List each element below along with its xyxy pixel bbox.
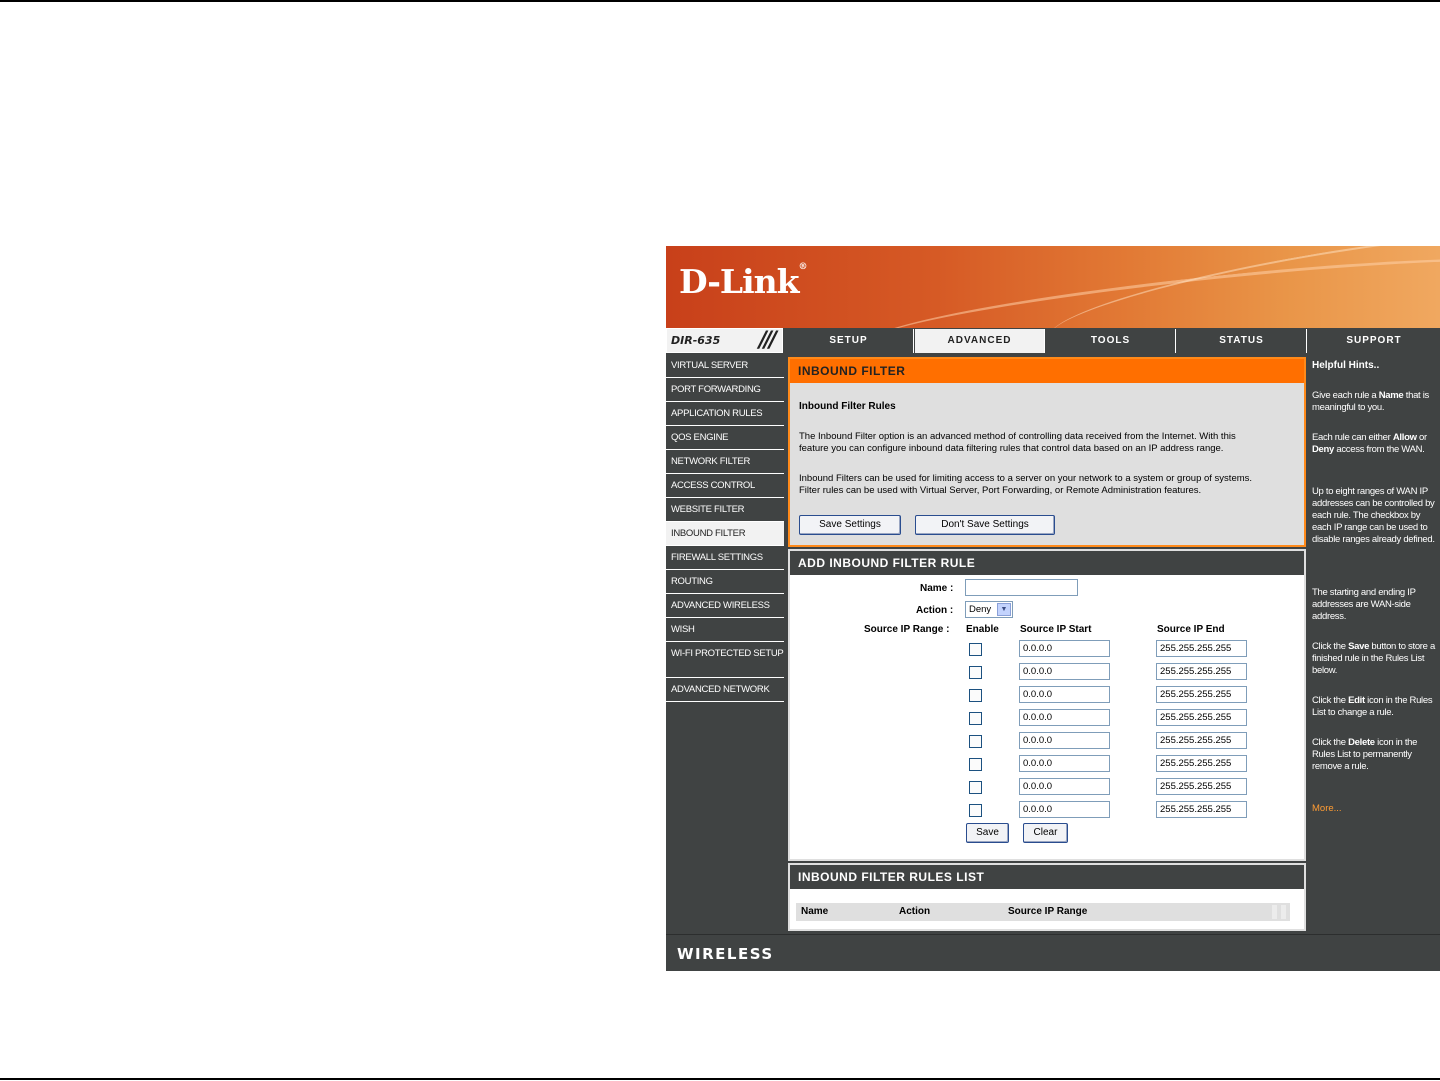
- rule-name-input[interactable]: [965, 579, 1078, 596]
- sidebar-item-firewall-settings[interactable]: FIREWALL SETTINGS: [666, 546, 784, 570]
- sidebar-item-access-control[interactable]: ACCESS CONTROL: [666, 474, 784, 498]
- chevron-down-icon[interactable]: ▼: [997, 603, 1011, 616]
- source-ip-end-input[interactable]: 255.255.255.255: [1156, 663, 1247, 680]
- source-ip-range-label: Source IP Range :: [864, 624, 950, 635]
- dont-save-settings-button[interactable]: Don't Save Settings: [915, 515, 1055, 535]
- helpful-hints-title: Helpful Hints..: [1312, 360, 1380, 371]
- save-settings-button[interactable]: Save Settings: [799, 515, 901, 535]
- range-enable-checkbox[interactable]: [969, 666, 982, 679]
- top-tab-bar: DIR-635 /// SETUP ADVANCED TOOLS STATUS …: [666, 328, 1440, 353]
- banner-swoosh: [1043, 246, 1440, 328]
- section-subtitle: Inbound Filter Rules: [799, 401, 896, 412]
- intro-paragraph-line: feature you can configure inbound data f…: [799, 443, 1224, 454]
- column-spacer: [1272, 905, 1277, 919]
- tab-status[interactable]: STATUS: [1177, 329, 1307, 353]
- section-heading: INBOUND FILTER RULES LIST: [790, 865, 1304, 889]
- sidebar-item-advanced-network[interactable]: ADVANCED NETWORK: [666, 678, 784, 702]
- sidebar-item-wifi-protected-setup[interactable]: WI-FI PROTECTED SETUP: [666, 642, 784, 678]
- hint-text: Each rule can either Allow or Deny acces…: [1312, 432, 1427, 455]
- hint-text: Click the Edit icon in the Rules List to…: [1312, 695, 1433, 718]
- range-enable-checkbox[interactable]: [969, 689, 982, 702]
- source-ip-end-input[interactable]: 255.255.255.255: [1156, 778, 1247, 795]
- source-ip-start-input[interactable]: 0.0.0.0: [1019, 732, 1110, 749]
- action-label: Action :: [916, 605, 954, 616]
- source-ip-start-input[interactable]: 0.0.0.0: [1019, 663, 1110, 680]
- page-top-rule: [0, 0, 1440, 2]
- range-enable-checkbox[interactable]: [969, 781, 982, 794]
- wireless-wordmark: WIRELESS: [677, 945, 774, 963]
- source-ip-end-input[interactable]: 255.255.255.255: [1156, 640, 1247, 657]
- sidebar-item-routing[interactable]: ROUTING: [666, 570, 784, 594]
- sidebar-item-inbound-filter[interactable]: INBOUND FILTER: [666, 522, 784, 546]
- model-badge: DIR-635 ///: [666, 328, 783, 353]
- range-enable-checkbox[interactable]: [969, 804, 982, 817]
- sidebar-item-qos-engine[interactable]: QOS ENGINE: [666, 426, 784, 450]
- rules-list-header-row: Name Action Source IP Range: [796, 903, 1290, 921]
- wireless-footer: WIRELESS: [666, 934, 1440, 971]
- brand-banner: D-Link®: [666, 246, 1440, 328]
- column-header-name: Name: [801, 906, 829, 917]
- intro-paragraph-line: The Inbound Filter option is an advanced…: [799, 431, 1236, 442]
- source-ip-end-input[interactable]: 255.255.255.255: [1156, 709, 1247, 726]
- sidebar-item-port-forwarding[interactable]: PORT FORWARDING: [666, 378, 784, 402]
- source-ip-end-input[interactable]: 255.255.255.255: [1156, 755, 1247, 772]
- tab-advanced[interactable]: ADVANCED: [915, 329, 1045, 353]
- sidebar-item-website-filter[interactable]: WEBSITE FILTER: [666, 498, 784, 522]
- tab-tools[interactable]: TOOLS: [1046, 329, 1176, 353]
- page-bottom-rule: [0, 1078, 1440, 1080]
- source-ip-end-input[interactable]: 255.255.255.255: [1156, 801, 1247, 818]
- enable-column-header: Enable: [966, 624, 999, 635]
- source-ip-end-input[interactable]: 255.255.255.255: [1156, 686, 1247, 703]
- section-heading: ADD INBOUND FILTER RULE: [790, 551, 1304, 575]
- column-header-action: Action: [899, 906, 931, 917]
- sidebar-nav: VIRTUAL SERVER PORT FORWARDING APPLICATI…: [666, 354, 784, 702]
- tab-support[interactable]: SUPPORT: [1308, 329, 1440, 353]
- intro-paragraph-line: Inbound Filters can be used for limiting…: [799, 473, 1253, 484]
- sidebar-item-application-rules[interactable]: APPLICATION RULES: [666, 402, 784, 426]
- source-ip-end-input[interactable]: 255.255.255.255: [1156, 732, 1247, 749]
- sidebar-item-wish[interactable]: WISH: [666, 618, 784, 642]
- hint-text: Give each rule a Name that is meaningful…: [1312, 390, 1429, 413]
- sidebar-item-virtual-server[interactable]: VIRTUAL SERVER: [666, 354, 784, 378]
- router-admin-screenshot: D-Link® DIR-635 /// SETUP ADVANCED TOOLS…: [666, 246, 1440, 971]
- source-ip-start-column-header: Source IP Start: [1020, 624, 1092, 635]
- source-ip-start-input[interactable]: 0.0.0.0: [1019, 640, 1110, 657]
- range-enable-checkbox[interactable]: [969, 712, 982, 725]
- add-inbound-filter-rule-panel: ADD INBOUND FILTER RULE Name : Action : …: [788, 549, 1306, 861]
- hint-text: Click the Save button to store a finishe…: [1312, 641, 1435, 676]
- range-enable-checkbox[interactable]: [969, 758, 982, 771]
- dlink-logo: D-Link®: [679, 262, 808, 301]
- source-ip-start-input[interactable]: 0.0.0.0: [1019, 801, 1110, 818]
- action-select[interactable]: Deny ▼: [965, 601, 1013, 618]
- section-heading: INBOUND FILTER: [790, 359, 1304, 383]
- save-button[interactable]: Save: [966, 823, 1009, 843]
- name-label: Name :: [920, 583, 954, 594]
- tab-setup[interactable]: SETUP: [784, 329, 914, 353]
- source-ip-start-input[interactable]: 0.0.0.0: [1019, 686, 1110, 703]
- source-ip-start-input[interactable]: 0.0.0.0: [1019, 778, 1110, 795]
- source-ip-end-column-header: Source IP End: [1157, 624, 1225, 635]
- range-enable-checkbox[interactable]: [969, 643, 982, 656]
- range-enable-checkbox[interactable]: [969, 735, 982, 748]
- sidebar-item-network-filter[interactable]: NETWORK FILTER: [666, 450, 784, 474]
- clear-button[interactable]: Clear: [1023, 823, 1068, 843]
- column-spacer: [1281, 905, 1286, 919]
- hint-text: Up to eight ranges of WAN IP addresses c…: [1312, 486, 1435, 545]
- inbound-filter-intro-panel: INBOUND FILTER Inbound Filter Rules The …: [788, 357, 1306, 547]
- source-ip-start-input[interactable]: 0.0.0.0: [1019, 755, 1110, 772]
- sidebar-item-advanced-wireless[interactable]: ADVANCED WIRELESS: [666, 594, 784, 618]
- hint-text: Click the Delete icon in the Rules List …: [1312, 737, 1418, 772]
- hint-text: The starting and ending IP addresses are…: [1312, 587, 1416, 622]
- source-ip-start-input[interactable]: 0.0.0.0: [1019, 709, 1110, 726]
- inbound-filter-rules-list-panel: INBOUND FILTER RULES LIST Name Action So…: [788, 863, 1306, 931]
- intro-paragraph-line: Filter rules can be used with Virtual Se…: [799, 485, 1202, 496]
- more-hints-link[interactable]: More...: [1312, 803, 1342, 814]
- model-slash-decoration: ///: [758, 328, 777, 353]
- column-header-source-ip-range: Source IP Range: [1008, 906, 1088, 917]
